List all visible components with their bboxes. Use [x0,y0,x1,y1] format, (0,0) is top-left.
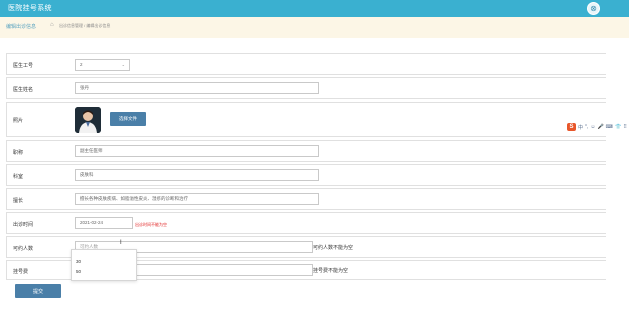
photo-label: 照片 [13,118,24,124]
form-row-title: 职称 副主任医师 [6,140,606,162]
ime-language-icon[interactable]: 中 [578,124,583,131]
specialty-label: 擅长 [13,198,24,204]
form-row-doctor-name: 医生姓名 张丹 [6,77,606,99]
form-row-doctor-id: 医生工号 2 ⌄ [6,53,606,75]
sogou-logo-icon[interactable]: S [567,123,576,131]
avatar [75,107,101,133]
ime-keyboard-icon[interactable]: ⌨ [606,124,613,130]
choose-file-button[interactable]: 选择文件 [110,112,146,126]
doctor-name-input[interactable]: 张丹 [75,82,319,94]
breadcrumb-path: 出诊信息管理 / 编辑出诊信息 [59,23,111,28]
doctor-id-select[interactable]: 2 ⌄ [75,59,130,71]
dropdown-option[interactable]: 30 [76,259,81,264]
title-label: 职称 [13,150,24,156]
department-input[interactable]: 皮肤科 [75,169,319,181]
chevron-down-icon: ⌄ [121,62,125,67]
ime-voice-icon[interactable]: 🎤 [598,124,604,130]
form-row-photo: 照片 选择文件 [6,102,606,137]
visit-time-error: 出诊时间不能为空 [135,222,167,227]
form-row-visit-time: 出诊时间 2021-02-24 出诊时间不能为空 [6,212,606,234]
fee-label: 挂号费 [13,269,29,275]
doctor-name-label: 医生姓名 [13,87,34,93]
appointment-count-error: 可约人数不能为空 [313,245,354,251]
specialty-input[interactable]: 擅长各种皮肤疾病、如脂溢性皮炎、湿疹的诊断和治疗 [75,193,319,205]
fee-error: 挂号费不能为空 [313,268,349,274]
ime-toolbar[interactable]: S 中 °, ☺ 🎤 ⌨ 👕 ⠿ [567,123,627,131]
ime-punctuation-icon[interactable]: °, [585,124,588,130]
visit-time-input[interactable]: 2021-02-24 [75,217,133,229]
form-row-department: 科室 皮肤科 [6,164,606,186]
doctor-id-label: 医生工号 [13,63,34,69]
ime-toolbox-icon[interactable]: ⠿ [623,124,627,130]
title-input[interactable]: 副主任医师 [75,145,319,157]
form-row-specialty: 擅长 擅长各种皮肤疾病、如脂溢性皮炎、湿疹的诊断和治疗 [6,188,606,210]
ime-emoji-icon[interactable]: ☺ [590,124,595,130]
page-title: 编辑出诊信息 [6,24,37,30]
close-icon[interactable]: ⊗ [587,2,600,15]
department-label: 科室 [13,174,24,180]
visit-time-label: 出诊时间 [13,222,34,228]
home-icon[interactable]: ⌂ [50,22,54,28]
title-bar: 医院挂号系统 ⊗ [0,0,629,17]
appointment-count-label: 可约人数 [13,246,34,252]
appointment-count-dropdown[interactable]: 30 50 [71,249,137,281]
text-cursor-icon: I [120,240,122,246]
breadcrumb: 编辑出诊信息 ⌂ 出诊信息管理 / 编辑出诊信息 [0,17,629,38]
ime-skin-icon[interactable]: 👕 [615,124,621,130]
doctor-id-value: 2 [80,62,83,67]
app-title: 医院挂号系统 [8,5,52,12]
dropdown-option[interactable]: 50 [76,269,81,274]
submit-button[interactable]: 提交 [15,284,61,298]
